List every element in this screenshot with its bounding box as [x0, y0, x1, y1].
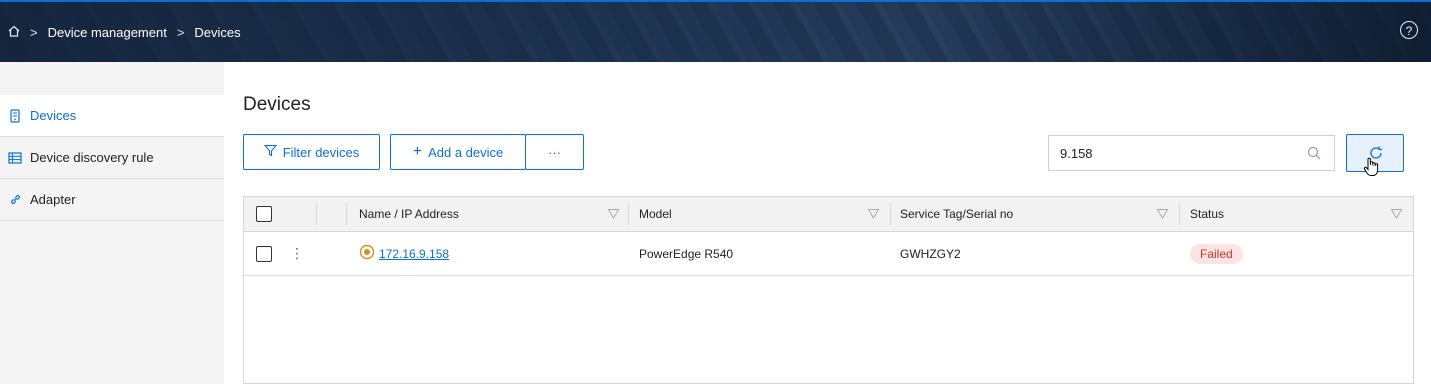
- device-status-cell: Failed: [1190, 232, 1243, 275]
- device-status-icon: [359, 244, 375, 263]
- home-icon[interactable]: [8, 25, 20, 40]
- more-icon: ···: [548, 144, 561, 160]
- search-field[interactable]: [1048, 135, 1335, 171]
- devices-table: Name / IP Address Model Service Tag/Seri…: [243, 196, 1414, 384]
- filter-devices-label: Filter devices: [282, 144, 360, 160]
- main-content: Devices Filter devices + Add a device ··…: [224, 62, 1431, 384]
- device-model-cell: PowerEdge R540: [639, 246, 734, 261]
- filter-icon: [263, 144, 277, 160]
- breadcrumb-device-management[interactable]: Device management: [48, 25, 167, 40]
- sidebar-item-device-discovery-rule[interactable]: Device discovery rule: [0, 137, 224, 179]
- add-device-label: Add a device: [428, 144, 504, 160]
- device-icon: [8, 108, 22, 123]
- row-menu-icon[interactable]: ⋮: [290, 232, 304, 275]
- column-divider: [1179, 203, 1180, 225]
- add-device-button[interactable]: + Add a device: [390, 134, 526, 170]
- column-filter-icon[interactable]: [1156, 208, 1169, 222]
- sidebar-item-adapter[interactable]: Adapter: [0, 179, 224, 221]
- table-header: Name / IP Address Model Service Tag/Seri…: [244, 197, 1413, 232]
- column-header-model[interactable]: Model: [639, 197, 672, 231]
- sidebar-item-label: Devices: [30, 108, 77, 123]
- search-input[interactable]: [1058, 144, 1302, 162]
- filter-devices-button[interactable]: Filter devices: [243, 134, 380, 170]
- device-name-cell: 172.16.9.158: [359, 232, 449, 275]
- column-divider: [890, 203, 891, 225]
- column-divider: [628, 203, 629, 225]
- device-ip-link[interactable]: 172.16.9.158: [379, 247, 449, 261]
- plus-icon: +: [412, 143, 423, 160]
- column-filter-icon[interactable]: [1390, 208, 1403, 222]
- refresh-button[interactable]: [1346, 134, 1404, 176]
- breadcrumb-devices: Devices: [194, 25, 241, 40]
- row-checkbox[interactable]: [256, 245, 272, 262]
- page-title: Devices: [243, 94, 311, 115]
- discovery-rule-icon: [8, 151, 22, 165]
- breadcrumb: > Device management > Devices: [8, 25, 241, 40]
- column-header-name[interactable]: Name / IP Address: [359, 197, 459, 231]
- link-icon: [8, 193, 22, 207]
- search-icon[interactable]: [1307, 146, 1321, 165]
- header-banner: > Device management > Devices ?: [0, 0, 1431, 62]
- device-service-tag-cell: GWHZGY2: [900, 246, 961, 261]
- column-header-service-tag[interactable]: Service Tag/Serial no: [900, 197, 1013, 231]
- column-header-status[interactable]: Status: [1190, 197, 1224, 231]
- select-all-checkbox-cell: [256, 197, 272, 231]
- breadcrumb-separator: >: [176, 25, 185, 40]
- column-divider: [346, 203, 347, 225]
- sidebar-item-label: Device discovery rule: [30, 150, 154, 165]
- row-checkbox-cell: [256, 232, 272, 275]
- column-filter-icon[interactable]: [607, 208, 620, 222]
- column-divider: [316, 203, 317, 225]
- column-filter-icon[interactable]: [867, 208, 880, 222]
- table-row[interactable]: ⋮ 172.16.9.158 PowerEdge R540 GWHZGY2 Fa…: [244, 232, 1413, 276]
- sidebar-item-label: Adapter: [30, 192, 76, 207]
- status-badge: Failed: [1190, 243, 1243, 264]
- hand-cursor-icon: [1363, 157, 1379, 182]
- sidebar: Devices Device discovery rule Adapter: [0, 62, 224, 384]
- sidebar-item-devices[interactable]: Devices: [0, 95, 224, 137]
- help-icon[interactable]: ?: [1400, 21, 1418, 39]
- more-actions-button[interactable]: ···: [525, 134, 584, 170]
- breadcrumb-separator: >: [30, 25, 38, 40]
- select-all-checkbox[interactable]: [256, 206, 272, 222]
